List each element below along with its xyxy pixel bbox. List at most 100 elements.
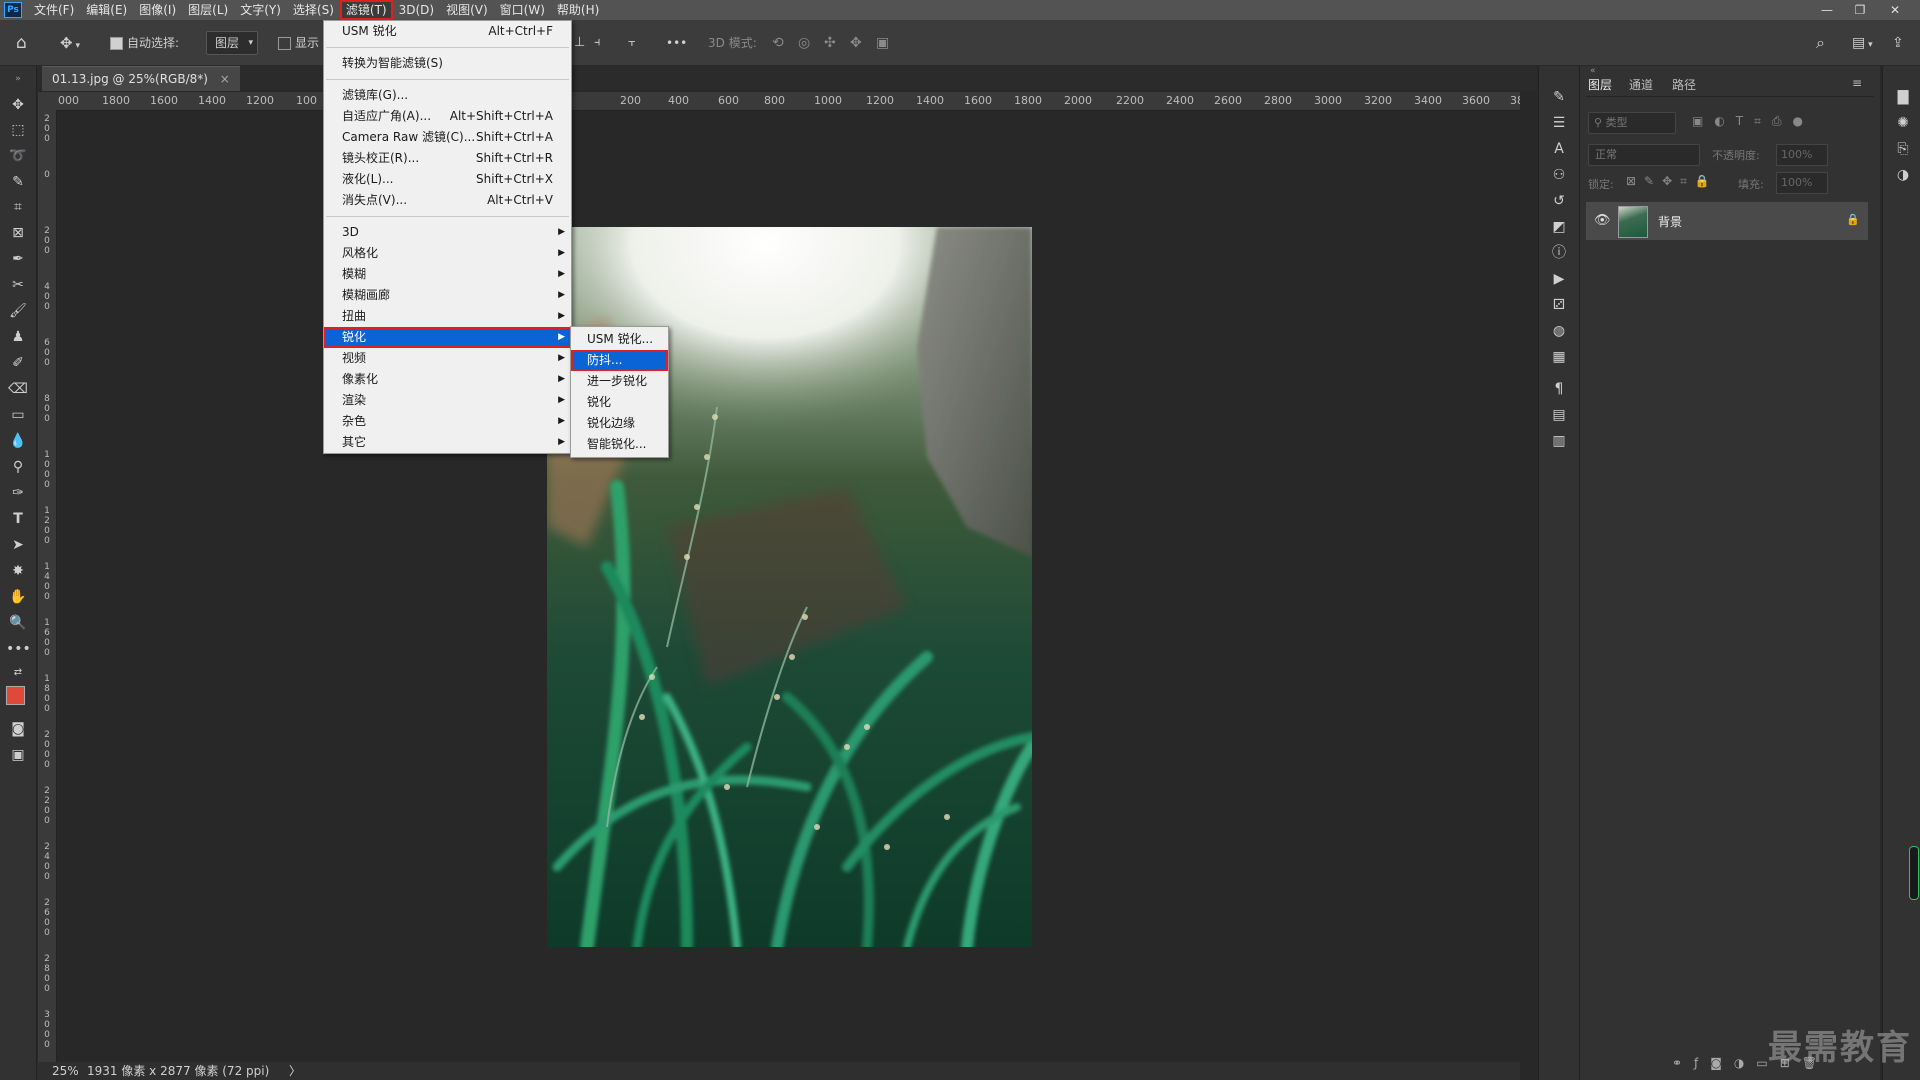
orbit-3d-icon[interactable]: ⟲ <box>772 21 784 65</box>
export-icon[interactable]: ⎘ <box>1892 138 1914 160</box>
auto-select-checkbox[interactable] <box>110 37 123 50</box>
move-tool-icon[interactable]: ✥ <box>6 94 30 116</box>
show-transform-toggle[interactable]: 显示 <box>278 21 319 65</box>
filter-menu-item[interactable]: 镜头校正(R)... Shift+Ctrl+R <box>324 148 571 169</box>
filter-menu-item[interactable]: 模糊 ▶ <box>324 264 571 285</box>
brush-tool-icon[interactable]: 🖌 <box>6 300 30 322</box>
close-window-icon[interactable]: ✕ <box>1880 0 1910 20</box>
filter-menu-item[interactable]: USM 锐化 Alt+Ctrl+F <box>324 21 571 42</box>
pen-tool-icon[interactable]: ✑ <box>6 482 30 504</box>
brush-settings-icon[interactable]: ✎ <box>1548 86 1570 108</box>
gradient-tool-icon[interactable]: ▭ <box>6 404 30 426</box>
paragraph-styles-icon[interactable]: ▤ <box>1548 404 1570 426</box>
status-menu-arrow-icon[interactable]: 〉 <box>289 1062 301 1080</box>
menu-7[interactable]: 3D(D) <box>393 0 440 20</box>
navigator-icon[interactable]: ✺ <box>1892 112 1914 134</box>
visibility-eye-icon[interactable]: 👁 <box>1594 213 1611 228</box>
filter-menu-item[interactable]: 模糊画廊 ▶ <box>324 285 571 306</box>
actions-play-icon[interactable]: ▶ <box>1548 268 1570 290</box>
layer-dropdown[interactable]: 图层 ▾ <box>206 21 259 65</box>
libraries-icon[interactable]: ⚂ <box>1548 294 1570 316</box>
collapse-panel-icon[interactable]: « <box>1590 66 1596 76</box>
histogram-icon[interactable]: ▇ <box>1892 86 1914 108</box>
color-icon[interactable]: ◑ <box>1892 164 1914 186</box>
type-tool-icon[interactable]: T <box>6 508 30 530</box>
align-bottom-icon[interactable]: ⊥ <box>574 21 585 65</box>
marquee-tool-icon[interactable]: ⬚ <box>6 119 30 141</box>
info-icon[interactable]: ⓘ <box>1548 242 1570 264</box>
layer-name[interactable]: 背景 <box>1658 213 1682 230</box>
sharpen-menu-item[interactable]: 智能锐化... <box>571 434 668 455</box>
crop-tool-icon[interactable]: ⌗ <box>6 196 30 218</box>
3d-panel-icon[interactable]: ◍ <box>1548 320 1570 342</box>
filter-menu-item[interactable]: 转换为智能滤镜(S) <box>324 53 571 74</box>
menu-1[interactable]: 编辑(E) <box>80 0 133 20</box>
restore-icon[interactable]: ❐ <box>1845 0 1875 20</box>
panel-menu-icon[interactable]: ≡ <box>1852 76 1862 90</box>
filter-menu-item[interactable]: 视频 ▶ <box>324 348 571 369</box>
tab-paths[interactable]: 路径 <box>1672 76 1696 93</box>
filter-menu-item[interactable]: 自适应广角(A)... Alt+Shift+Ctrl+A <box>324 106 571 127</box>
frame-tool-icon[interactable]: ⊠ <box>6 222 30 244</box>
search-icon[interactable]: ⌕ <box>1816 21 1825 65</box>
filter-menu-item[interactable]: 杂色 ▶ <box>324 411 571 432</box>
menu-4[interactable]: 文字(Y) <box>234 0 287 20</box>
eyedropper-tool-icon[interactable]: ✒ <box>6 248 30 270</box>
show-transform-checkbox[interactable] <box>278 37 291 50</box>
opacity-input[interactable]: 100% <box>1776 144 1828 166</box>
history-brush-tool-icon[interactable]: ✐ <box>6 352 30 374</box>
custom-shape-tool-icon[interactable]: ✸ <box>6 560 30 582</box>
menu-2[interactable]: 图像(I) <box>133 0 182 20</box>
path-select-tool-icon[interactable]: ➤ <box>6 534 30 556</box>
document-tab[interactable]: 01.13.jpg @ 25%(RGB/8*) × <box>42 66 240 91</box>
filter-menu-item[interactable]: 锐化 ▶ <box>324 327 571 348</box>
sharpen-menu-item[interactable]: 锐化边缘 <box>571 413 668 434</box>
menu-5[interactable]: 选择(S) <box>287 0 340 20</box>
workspace-icon[interactable]: ▤ ▾ <box>1852 21 1873 65</box>
foreground-color-swatch[interactable] <box>6 686 25 705</box>
close-document-icon[interactable]: × <box>220 72 230 86</box>
notes-icon[interactable]: ▥ <box>1548 430 1570 452</box>
lasso-tool-icon[interactable]: ➰ <box>6 145 30 167</box>
move-tool-icon[interactable]: ✥ ▾ <box>60 21 80 65</box>
filter-menu-item[interactable]: 扭曲 ▶ <box>324 306 571 327</box>
edit-toolbar-icon[interactable]: ••• <box>6 638 31 660</box>
eraser-tool-icon[interactable]: ⌫ <box>6 378 30 400</box>
hand-tool-icon[interactable]: ✋ <box>6 586 30 608</box>
filter-menu-item[interactable]: 3D ▶ <box>324 222 571 243</box>
sharpen-menu-item[interactable]: 锐化 <box>571 392 668 413</box>
glyphs-icon[interactable]: ⚇ <box>1548 164 1570 186</box>
character-icon[interactable]: A <box>1548 138 1570 160</box>
filter-menu-item[interactable]: 渲染 ▶ <box>324 390 571 411</box>
blur-tool-icon[interactable]: 💧 <box>6 430 30 452</box>
menu-10[interactable]: 帮助(H) <box>551 0 605 20</box>
pan-3d-icon[interactable]: ✣ <box>824 21 836 65</box>
menu-9[interactable]: 窗口(W) <box>494 0 551 20</box>
tab-layers[interactable]: 图层 <box>1588 76 1612 93</box>
healing-brush-tool-icon[interactable]: ✂ <box>6 274 30 296</box>
screen-mode-icon[interactable]: ▣ <box>6 744 30 766</box>
scale-3d-icon[interactable]: ▣ <box>876 21 889 65</box>
properties-icon[interactable]: ◩ <box>1548 216 1570 238</box>
swatches-grid-icon[interactable]: ▦ <box>1548 346 1570 368</box>
home-icon[interactable]: ⌂ <box>16 21 27 65</box>
tab-channels[interactable]: 通道 <box>1629 76 1653 93</box>
adjustments-icon[interactable]: ☰ <box>1548 112 1570 134</box>
minimize-icon[interactable]: — <box>1812 0 1842 20</box>
layer-row-background[interactable]: 👁 背景 🔒 <box>1586 202 1868 240</box>
layer-filter-icons[interactable]: ▣◐T⌗⎙● <box>1692 114 1814 129</box>
filter-menu-item[interactable]: 像素化 ▶ <box>324 369 571 390</box>
slide-3d-icon[interactable]: ✥ <box>850 21 862 65</box>
align-right-icon[interactable]: ⫟ <box>628 21 636 65</box>
paragraph-icon[interactable]: ¶ <box>1548 378 1570 400</box>
zoom-tool-icon[interactable]: 🔍 <box>6 612 30 634</box>
scroll-indicator[interactable] <box>1909 846 1919 900</box>
filter-menu-item[interactable]: 液化(L)... Shift+Ctrl+X <box>324 169 571 190</box>
sharpen-menu-item[interactable]: USM 锐化... <box>571 329 668 350</box>
sharpen-menu-item[interactable]: 进一步锐化 <box>571 371 668 392</box>
more-options-button[interactable]: ••• <box>666 21 687 65</box>
filter-menu-item[interactable]: 消失点(V)... Alt+Ctrl+V <box>324 190 571 211</box>
quick-select-tool-icon[interactable]: ✎ <box>6 171 30 193</box>
menu-3[interactable]: 图层(L) <box>182 0 234 20</box>
filter-menu-item[interactable]: Camera Raw 滤镜(C)... Shift+Ctrl+A <box>324 127 571 148</box>
